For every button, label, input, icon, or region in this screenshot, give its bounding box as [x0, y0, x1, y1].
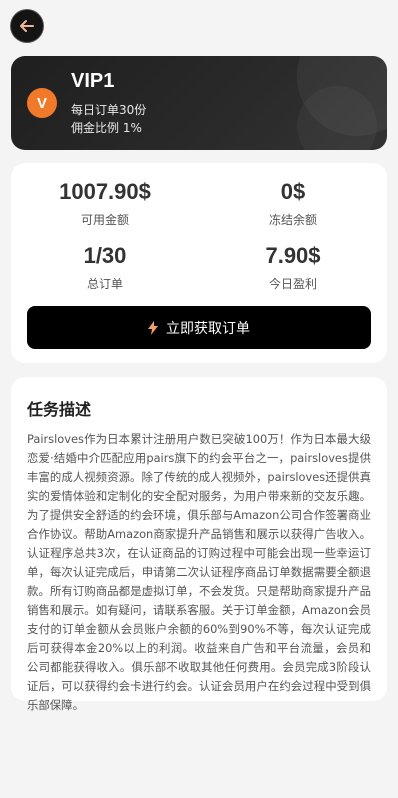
stat-value: 7.90$	[265, 243, 321, 268]
lightning-icon	[148, 320, 158, 335]
stat-today-profit: 7.90$ 今日盈利	[199, 243, 387, 292]
task-body: Pairsloves作为日本累计注册用户数已突破100万！作为日本最大级恋爱·结…	[27, 432, 371, 712]
vip-level: VIP1	[71, 70, 115, 92]
task-title: 任务描述	[27, 400, 92, 419]
stats-card: 1007.90$ 可用金额 0$ 冻结余额 1/30 总订单 7.90$ 今日盈…	[11, 163, 387, 363]
vip-badge-icon: V	[27, 88, 57, 118]
back-button[interactable]	[11, 10, 43, 42]
stat-label: 可用金额	[80, 213, 129, 227]
stat-total-orders: 1/30 总订单	[11, 243, 199, 292]
get-orders-button[interactable]: 立即获取订单	[27, 306, 371, 349]
stat-value: 1007.90$	[59, 179, 151, 204]
vip-card: V VIP1 每日订单30份 佣金比例 1%	[11, 56, 387, 150]
daily-orders: 每日订单30份	[71, 103, 147, 117]
stat-frozen-balance: 0$ 冻结余额	[199, 179, 387, 228]
arrow-left-icon	[20, 20, 34, 32]
stat-value: 1/30	[83, 243, 127, 268]
stat-value: 0$	[280, 179, 306, 204]
stat-available-balance: 1007.90$ 可用金额	[11, 179, 199, 228]
task-description-card: 任务描述 Pairsloves作为日本累计注册用户数已突破100万！作为日本最大…	[11, 377, 387, 712]
stat-label: 总订单	[86, 277, 123, 291]
stat-label: 今日盈利	[268, 277, 317, 291]
commission-rate: 佣金比例 1%	[71, 121, 142, 135]
get-orders-label: 立即获取订单	[166, 320, 250, 337]
stat-label: 冻结余额	[268, 213, 317, 227]
